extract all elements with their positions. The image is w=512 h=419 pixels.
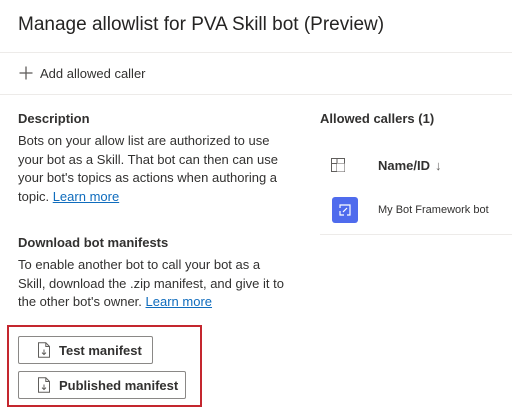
plus-icon xyxy=(19,66,33,80)
add-allowed-caller-button[interactable]: Add allowed caller xyxy=(18,62,146,84)
table-column-icon[interactable] xyxy=(330,157,346,173)
add-allowed-caller-label: Add allowed caller xyxy=(40,65,146,81)
test-manifest-button[interactable]: Test manifest xyxy=(18,336,153,364)
bot-icon xyxy=(332,197,358,223)
panel-title: Manage allowlist for PVA Skill bot (Prev… xyxy=(18,14,385,35)
description-heading: Description xyxy=(18,111,90,126)
download-text: To enable another bot to call your bot a… xyxy=(18,256,290,312)
download-heading: Download bot manifests xyxy=(18,235,169,250)
published-manifest-label: Published manifest xyxy=(59,377,179,393)
caller-name: My Bot Framework bot xyxy=(378,204,489,216)
document-download-icon xyxy=(38,377,50,393)
test-manifest-label: Test manifest xyxy=(59,342,142,358)
header-divider xyxy=(0,52,512,53)
allowed-callers-heading: Allowed callers (1) xyxy=(320,111,435,126)
toolbar-divider xyxy=(0,94,512,95)
description-text: Bots on your allow list are authorized t… xyxy=(18,132,286,206)
bot-glyph-icon xyxy=(339,204,351,216)
download-learn-more-link[interactable]: Learn more xyxy=(146,294,212,309)
description-learn-more-link[interactable]: Learn more xyxy=(53,189,119,204)
sort-descending-icon[interactable]: ↓ xyxy=(435,158,442,173)
callers-column-header: Name/ID ↓ xyxy=(320,146,512,184)
table-row[interactable]: My Bot Framework bot xyxy=(320,186,512,235)
document-download-icon xyxy=(38,342,50,358)
manage-allowlist-panel: Manage allowlist for PVA Skill bot (Prev… xyxy=(0,0,512,419)
published-manifest-button[interactable]: Published manifest xyxy=(18,371,186,399)
name-id-column-label[interactable]: Name/ID xyxy=(378,158,430,173)
